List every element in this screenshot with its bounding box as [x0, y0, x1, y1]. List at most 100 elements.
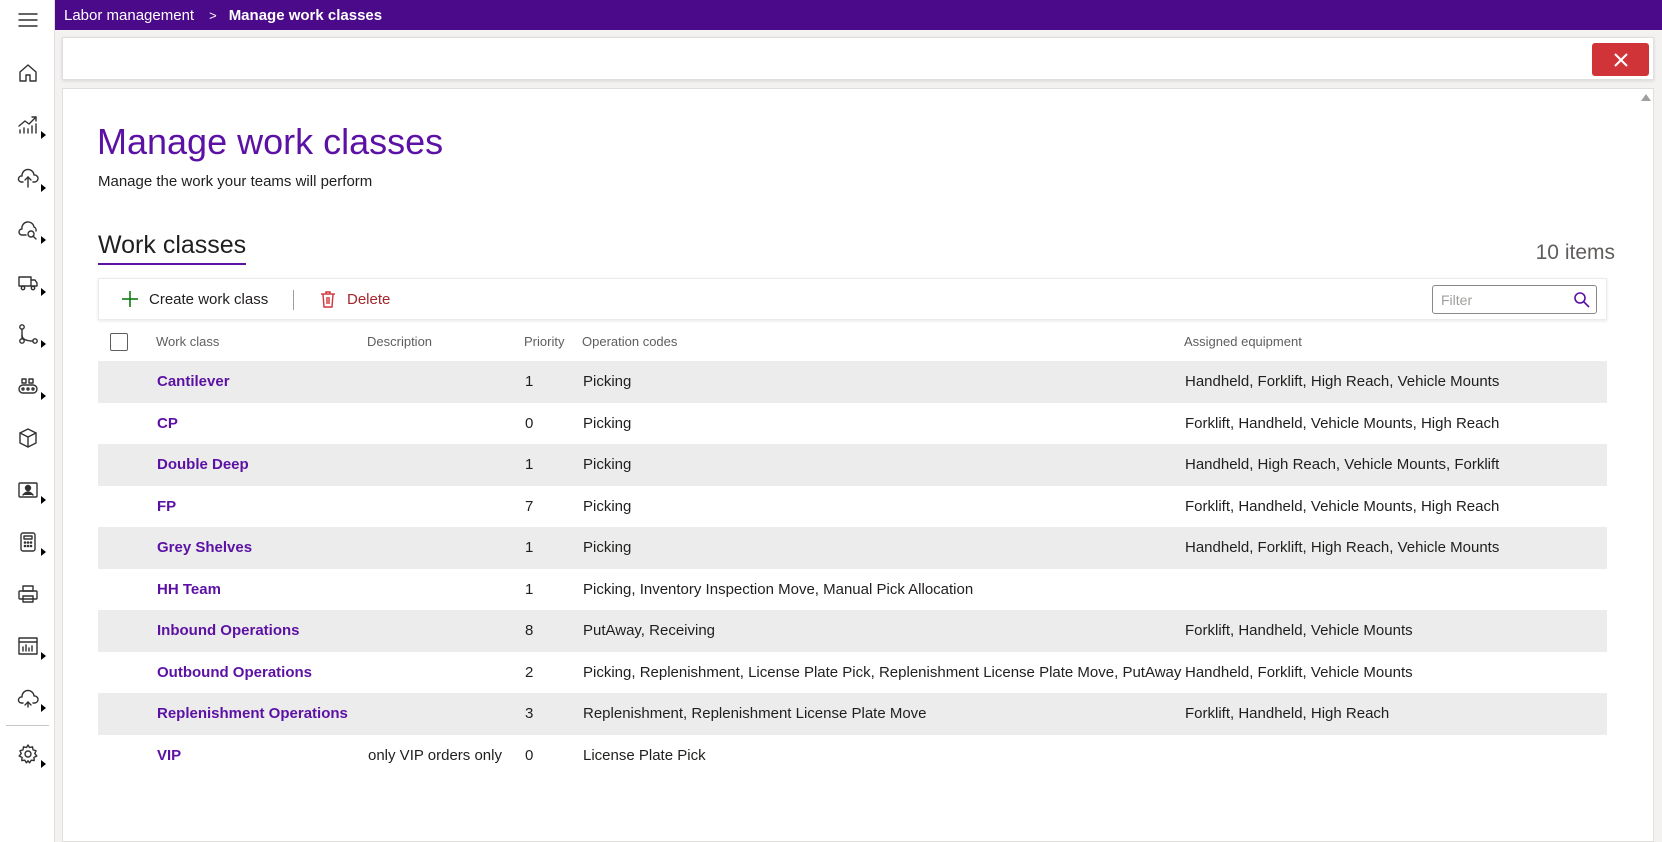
page-title: Manage work classes	[97, 121, 444, 162]
work-class-link[interactable]: Outbound Operations	[157, 652, 312, 694]
breadcrumb-current: Manage work classes	[228, 6, 383, 24]
work-class-link[interactable]: Double Deep	[157, 444, 249, 486]
table-row[interactable]: HH Team 1 Picking, Inventory Inspection Mo…	[98, 569, 1607, 611]
nav-home[interactable]	[0, 53, 55, 93]
column-header-assigned-equipment[interactable]: Assigned equipment	[1184, 321, 1302, 361]
command-divider	[293, 290, 294, 310]
work-class-link[interactable]: Replenishment Operations	[157, 693, 348, 735]
expand-caret-icon	[41, 392, 46, 400]
table-row[interactable]: Double Deep 1 Picking Handheld, High Reach,…	[98, 444, 1607, 486]
nav-conveyor[interactable]	[0, 366, 55, 406]
nav-route[interactable]	[0, 314, 55, 354]
assigned-equipment-cell: Handheld, Forklift, High Reach, Vehicle …	[1185, 539, 1500, 557]
table-row[interactable]: VIP only VIP orders only 0 License Plate Pi…	[98, 735, 1607, 777]
table-row[interactable]: FP 7 Picking Forklift, Handheld, Vehicle Mo…	[98, 486, 1607, 528]
work-class-link[interactable]: FP	[157, 486, 176, 528]
printer-icon	[17, 585, 38, 603]
column-header-description[interactable]: Description	[367, 321, 432, 361]
nav-divider	[6, 725, 49, 726]
route-icon	[18, 324, 38, 344]
nav-report[interactable]	[0, 626, 55, 666]
page-subtitle: Manage the work your teams will perform	[98, 173, 373, 190]
priority-cell: 1	[525, 539, 534, 557]
nav-printer[interactable]	[0, 574, 55, 614]
work-class-link[interactable]: VIP	[157, 735, 181, 777]
expand-caret-icon	[41, 704, 46, 712]
assigned-equipment-cell: Forklift, Handheld, Vehicle Mounts, High…	[1185, 497, 1500, 515]
upload-icon	[17, 168, 39, 188]
priority-cell: 3	[525, 705, 534, 723]
assigned-equipment-cell: Handheld, Forklift, Vehicle Mounts	[1185, 663, 1413, 681]
scroll-up-icon[interactable]	[1641, 94, 1651, 101]
select-all-checkbox[interactable]	[110, 333, 128, 351]
operation-codes-cell: Picking	[583, 414, 632, 432]
breadcrumb: Labor management > Manage work classes	[55, 0, 1662, 30]
table-row[interactable]: Cantilever 1 Picking Handheld, Forklift, Hi…	[98, 361, 1607, 403]
table-row[interactable]: Outbound Operations 2 Picking, Replenishme…	[98, 652, 1607, 694]
operation-codes-cell: Picking	[583, 539, 632, 557]
operation-codes-cell: Picking	[583, 373, 632, 391]
priority-cell: 2	[525, 663, 534, 681]
nav-analytics[interactable]	[0, 105, 55, 145]
work-class-link[interactable]: HH Team	[157, 569, 221, 611]
column-header-operation-codes[interactable]: Operation codes	[582, 321, 677, 361]
table-row[interactable]: Replenishment Operations 3 Replenishment, …	[98, 693, 1607, 735]
create-work-class-label: Create work class	[149, 290, 269, 308]
trash-icon	[321, 291, 335, 308]
nav-calculator[interactable]	[0, 522, 55, 562]
nav-rail	[0, 0, 55, 842]
analytics-icon	[17, 116, 37, 134]
truck-icon	[17, 276, 38, 291]
plus-icon	[122, 291, 138, 307]
breadcrumb-parent[interactable]: Labor management	[64, 7, 194, 24]
breadcrumb-separator: >	[209, 7, 217, 23]
expand-caret-icon	[41, 131, 46, 139]
delete-button[interactable]: Delete	[319, 279, 390, 319]
items-count: 10 items	[1535, 241, 1615, 264]
operation-codes-cell: Picking, Replenishment, License Plate Pi…	[583, 663, 1182, 681]
expand-caret-icon	[41, 340, 46, 348]
nav-cloud-sync[interactable]	[0, 678, 55, 718]
priority-cell: 7	[525, 497, 534, 515]
cloud-sync-icon	[17, 689, 39, 708]
work-class-link[interactable]: Inbound Operations	[157, 610, 300, 652]
work-class-link[interactable]: Cantilever	[157, 361, 230, 403]
assigned-equipment-cell: Handheld, High Reach, Vehicle Mounts, Fo…	[1185, 456, 1500, 474]
nav-upload[interactable]	[0, 158, 55, 198]
table-row[interactable]: CP 0 Picking Forklift, Handheld, Vehicle Mo…	[98, 403, 1607, 445]
menu-icon	[17, 13, 38, 27]
expand-caret-icon	[41, 760, 46, 768]
nav-settings[interactable]	[0, 734, 55, 774]
table-row[interactable]: Grey Shelves 1 Picking Handheld, Forklift, …	[98, 527, 1607, 569]
settings-icon	[18, 744, 37, 764]
work-class-link[interactable]: Grey Shelves	[157, 527, 252, 569]
assigned-equipment-cell: Forklift, Handheld, High Reach	[1185, 705, 1390, 723]
expand-caret-icon	[41, 652, 46, 660]
operation-codes-cell: Picking, Inventory Inspection Move, Manu…	[583, 580, 974, 598]
menu-button[interactable]	[0, 0, 55, 40]
box-icon	[18, 428, 37, 448]
expand-caret-icon	[41, 496, 46, 504]
priority-cell: 8	[525, 622, 534, 640]
close-button[interactable]	[1592, 43, 1649, 76]
nav-box[interactable]	[0, 418, 55, 458]
nav-cloud-search[interactable]	[0, 210, 55, 250]
column-header-priority[interactable]: Priority	[524, 321, 564, 361]
search-icon[interactable]	[1573, 291, 1590, 308]
table-row[interactable]: Inbound Operations 8 PutAway, Receiving For…	[98, 610, 1607, 652]
delete-label: Delete	[347, 290, 391, 308]
operation-codes-cell: Picking	[583, 497, 632, 515]
nav-truck[interactable]	[0, 262, 55, 302]
filter-input[interactable]	[1433, 287, 1563, 312]
badge-icon	[17, 482, 38, 498]
priority-cell: 0	[525, 414, 534, 432]
work-classes-grid: Work class Description Priority Operatio…	[98, 321, 1607, 776]
create-work-class-button[interactable]: Create work class	[121, 279, 268, 319]
expand-caret-icon	[41, 548, 46, 556]
expand-caret-icon	[41, 184, 46, 192]
work-class-link[interactable]: CP	[157, 403, 178, 445]
expand-caret-icon	[41, 288, 46, 296]
nav-badge[interactable]	[0, 470, 55, 510]
section-title: Work classes	[98, 231, 247, 265]
column-header-work-class[interactable]: Work class	[156, 321, 219, 361]
